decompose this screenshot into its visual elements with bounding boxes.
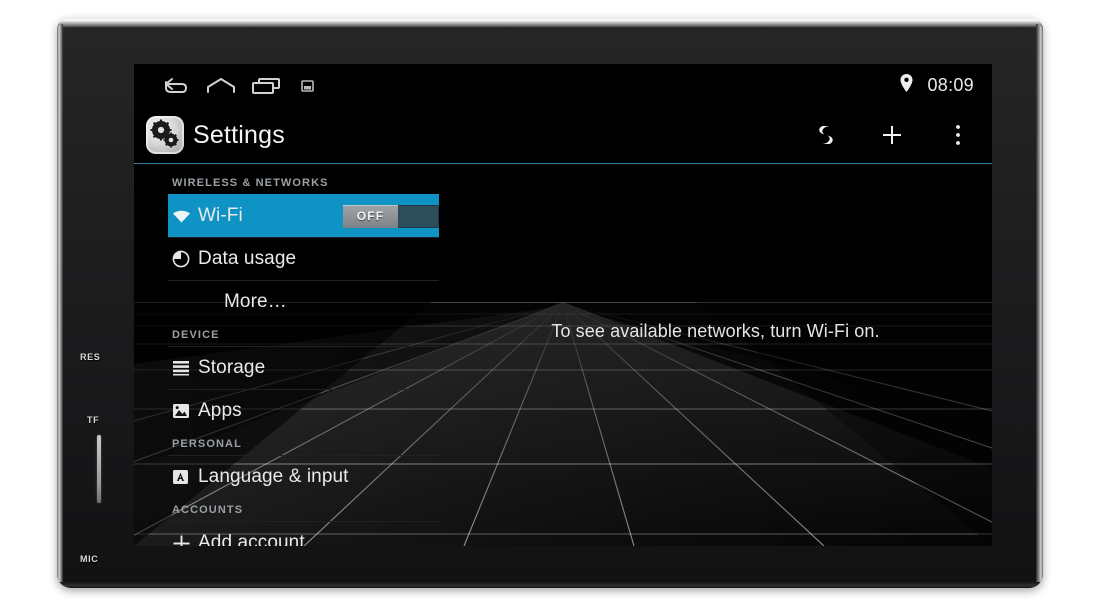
sidebar-item-label-storage: Storage: [198, 357, 266, 378]
status-bar-clock: 08:09: [927, 75, 974, 95]
language-input-icon-svg: [173, 470, 188, 484]
location-pin-icon: [899, 73, 914, 98]
settings-list[interactable]: WIRELESS & NETWORKS Wi-Fi OFF Data usage…: [134, 165, 439, 546]
settings-action-bar: Settings: [134, 107, 992, 164]
settings-gears-icon-svg: [150, 119, 179, 148]
bezel-label-tf-card: TF: [87, 415, 100, 425]
plus-icon: [172, 534, 198, 546]
bezel-label-reset: RES: [80, 352, 101, 362]
sidebar-item-label-data-usage: Data usage: [198, 248, 297, 269]
action-bar-icons: [814, 119, 970, 151]
wifi-toggle-thumb: OFF: [343, 204, 398, 228]
apps-icon-svg: [173, 404, 189, 418]
wifi-toggle-switch[interactable]: OFF: [343, 204, 439, 228]
device-bezel: RES TF MIC 08:09 Settings WIRELESS & NET…: [63, 27, 1036, 582]
device-screen: 08:09 Settings WIRELESS & NETWORKS Wi-Fi…: [134, 64, 992, 546]
sync-icon[interactable]: [814, 119, 838, 151]
sync-icon-svg: [819, 126, 833, 144]
back-icon[interactable]: [152, 64, 198, 107]
overflow-menu-icon[interactable]: [946, 119, 970, 151]
sidebar-item-more[interactable]: More…: [168, 280, 439, 323]
overflow-menu-icon-svg: [956, 125, 960, 145]
bezel-label-microphone: MIC: [80, 554, 99, 564]
back-icon-svg: [165, 77, 188, 93]
sidebar-item-storage[interactable]: Storage: [168, 346, 439, 389]
screenshot-icon[interactable]: [290, 64, 324, 107]
sidebar-item-label-language-input: Language & input: [198, 466, 349, 487]
status-bar-right-group: 08:09: [899, 73, 974, 98]
data-usage-icon-svg: [172, 250, 190, 268]
sidebar-item-language-input[interactable]: Language & input: [168, 455, 439, 498]
wifi-empty-message: To see available networks, turn Wi-Fi on…: [551, 321, 880, 341]
wifi-icon-svg: [173, 210, 190, 222]
sidebar-item-apps[interactable]: Apps: [168, 389, 439, 432]
home-icon[interactable]: [198, 64, 244, 107]
location-pin-icon-svg: [900, 74, 913, 92]
recents-icon-svg: [252, 77, 280, 94]
sidebar-item-label-add-account: Add account: [198, 532, 305, 546]
storage-icon: [172, 360, 198, 376]
settings-gears-icon: [146, 116, 184, 154]
plus-icon-svg: [173, 535, 190, 546]
language-input-icon: [172, 469, 198, 485]
device-top-chrome-edge: [57, 18, 1043, 27]
screenshot-icon-svg: [300, 79, 314, 92]
home-icon-svg: [207, 77, 235, 93]
device-bottom-edge: [57, 582, 1043, 588]
android-status-bar: 08:09: [134, 64, 992, 107]
sidebar-item-wifi[interactable]: Wi-Fi OFF: [168, 194, 439, 237]
plus-icon-svg: [883, 126, 901, 144]
group-header-personal: PERSONAL: [172, 438, 242, 450]
page-title: Settings: [193, 120, 285, 149]
group-header-accounts: ACCOUNTS: [172, 504, 244, 516]
device-right-chrome-edge: [1036, 24, 1043, 584]
data-usage-icon: [172, 250, 198, 268]
wifi-detail-pane: To see available networks, turn Wi-Fi on…: [439, 165, 992, 546]
sidebar-item-data-usage[interactable]: Data usage: [168, 237, 439, 280]
plus-icon[interactable]: [880, 119, 904, 151]
sidebar-item-add-account[interactable]: Add account: [168, 521, 439, 546]
group-header-device: DEVICE: [172, 329, 220, 341]
wifi-toggle-state: OFF: [356, 209, 385, 223]
recents-icon[interactable]: [244, 64, 290, 107]
apps-icon: [172, 403, 198, 419]
tf-card-slot[interactable]: [97, 435, 101, 503]
sidebar-item-label-more: More…: [224, 291, 287, 312]
sidebar-item-label-apps: Apps: [198, 400, 242, 421]
sidebar-item-label-wifi: Wi-Fi: [198, 205, 243, 226]
wifi-icon: [172, 209, 198, 224]
storage-icon-svg: [173, 361, 189, 376]
car-head-unit-device: RES TF MIC 08:09 Settings WIRELESS & NET…: [57, 18, 1043, 588]
group-header-wireless: WIRELESS & NETWORKS: [172, 177, 329, 189]
